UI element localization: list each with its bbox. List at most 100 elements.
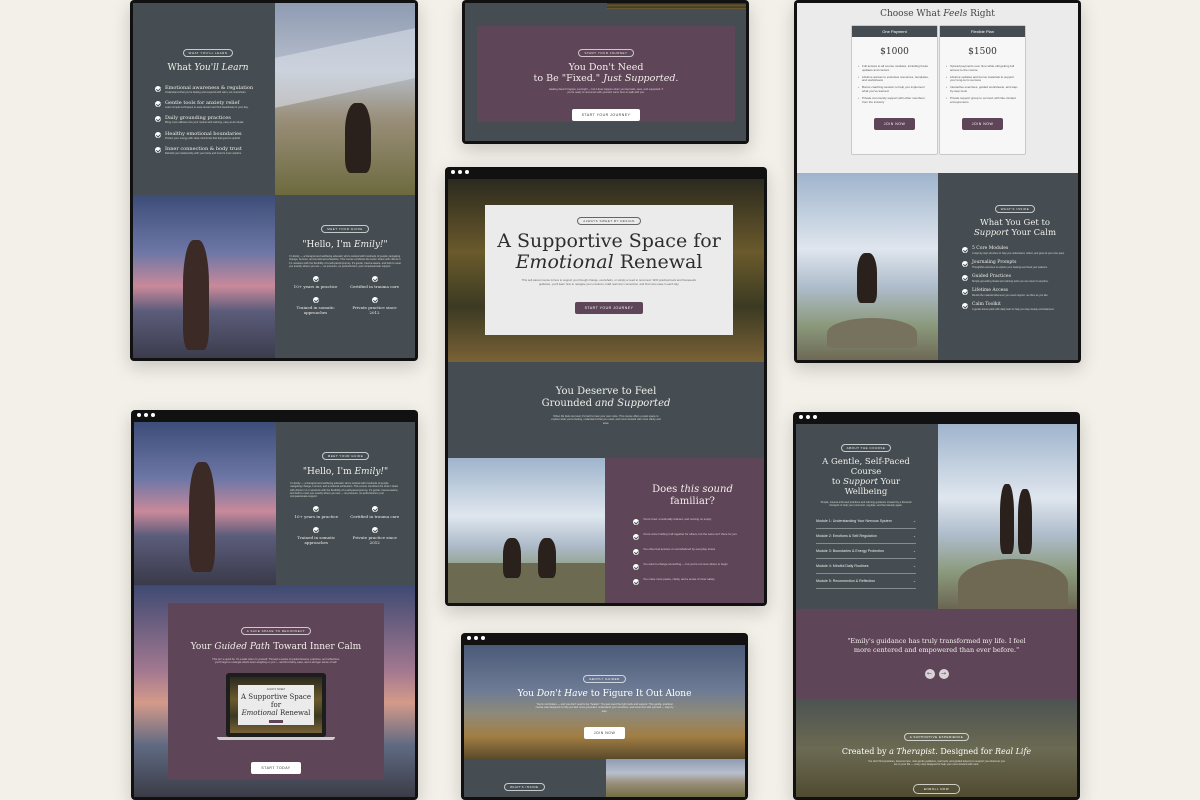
check-icon bbox=[155, 86, 161, 92]
learn-item-desc: Understand what you're feeling and respo… bbox=[165, 91, 247, 94]
stat-label: 10+ years in practice bbox=[294, 514, 339, 520]
stat-label: Trained in somatic approaches bbox=[296, 305, 335, 316]
get-item: Lifetime Access Revisit the material when… bbox=[962, 288, 1068, 297]
learn-item-desc: Rebuild your relationship with your body… bbox=[165, 151, 242, 155]
laptop-mockup: Always Sweet A Supportive Space for Emot… bbox=[226, 672, 326, 737]
dancer-figure bbox=[345, 103, 371, 173]
mockup-frame-fixed: Start Your Journey You Don't Need to Be … bbox=[462, 0, 749, 144]
bio-text: I'm Emily — a therapist and wellbeing ed… bbox=[289, 255, 401, 268]
join-now-button[interactable]: Join Now bbox=[583, 726, 626, 739]
learn-item-text: Inner connection & body trust Rebuild you… bbox=[165, 146, 242, 155]
check-icon bbox=[633, 534, 639, 540]
get-item-text: Guided Practices Simple grounding rituals… bbox=[972, 274, 1049, 283]
learn-pill: What You'll Learn bbox=[182, 49, 234, 57]
module-item[interactable]: Module 5: Reconnection & Reflection ⌄ bbox=[816, 574, 916, 589]
get-list: 5 Core Modules A step-by-step structure t… bbox=[962, 246, 1068, 311]
hero-card: Always Sweet by Design A Supportive Spac… bbox=[485, 205, 733, 335]
inside-pill: What's Inside bbox=[504, 783, 545, 791]
arrow-left-icon[interactable]: ← bbox=[924, 669, 935, 679]
woman-figure bbox=[503, 538, 521, 578]
what-you-get-panel: What's Inside What You Get to Support Yo… bbox=[938, 173, 1078, 360]
get-title: What You Get to Support Your Calm bbox=[973, 218, 1057, 238]
window-dots bbox=[467, 636, 485, 640]
window-dots bbox=[137, 413, 155, 417]
guided-path-title: Your Guided Path Toward Inner Calm bbox=[190, 642, 362, 652]
plan-features: Full access to all course modules, inclu… bbox=[852, 64, 937, 105]
fabric-photo-peek bbox=[606, 759, 745, 797]
familiar-item-text: You want to change something — but you'r… bbox=[643, 562, 728, 566]
mockup-frame-hello: Meet Your Guide "Hello, I'm Emily!" I'm … bbox=[131, 410, 418, 800]
woman-dusk-photo bbox=[134, 422, 276, 585]
hero-pill: Always Sweet by Design bbox=[577, 217, 641, 225]
check-icon bbox=[312, 297, 319, 304]
module-item[interactable]: Module 3: Boundaries & Energy Protection… bbox=[816, 544, 916, 559]
stat-label: Private practice since 2012 bbox=[352, 305, 397, 316]
learn-item: Inner connection & body trust Rebuild you… bbox=[155, 146, 261, 155]
enroll-now-button[interactable]: Enroll Now bbox=[912, 783, 961, 794]
frame-screen: About the Course A Gentle, Self-Paced Co… bbox=[796, 424, 1077, 797]
course-panel: About the Course A Gentle, Self-Paced Co… bbox=[796, 424, 938, 609]
check-icon bbox=[962, 289, 968, 295]
arrow-right-icon[interactable]: → bbox=[938, 669, 949, 679]
check-icon bbox=[962, 261, 968, 267]
stat-item: 10+ years in practice bbox=[289, 276, 342, 289]
woman-rock-photo bbox=[797, 173, 938, 360]
hero-body: This self-paced course is here to suppor… bbox=[521, 278, 697, 286]
deserve-section: You Deserve to Feel Grounded and Support… bbox=[448, 362, 764, 458]
start-journey-button[interactable]: Start Your Journey bbox=[574, 302, 644, 315]
familiar-item-text: You crave more peace, clarity, and a sen… bbox=[643, 577, 715, 581]
learn-item: Daily grounding practices Bring more stil… bbox=[155, 115, 261, 124]
stat-label: Certified in trauma care bbox=[350, 514, 400, 520]
created-body: You don't find practices, lessons here. … bbox=[867, 760, 1006, 767]
bio-text: I'm Emily — a therapist and wellbeing ed… bbox=[290, 482, 399, 499]
frame-screen: Start Your Journey You Don't Need to Be … bbox=[465, 3, 746, 141]
stat-label: 10+ years in practice bbox=[293, 284, 338, 290]
course-body: Simple, trauma-informed practices and ca… bbox=[820, 501, 912, 508]
supported-title: You Don't Need to Be "Fixed." Just Suppo… bbox=[533, 62, 679, 84]
about-pill: About the Course bbox=[840, 444, 892, 452]
plan-card-one: One Payment $1000 Full access to all cou… bbox=[851, 25, 938, 155]
familiar-item-text: You're done holding it all together for … bbox=[643, 532, 737, 536]
laptop-base bbox=[217, 736, 335, 740]
woman-figure bbox=[538, 538, 556, 578]
plan-feature: Interactive exercises, guided worksheets… bbox=[946, 85, 1019, 94]
check-icon bbox=[371, 527, 378, 534]
check-icon bbox=[633, 564, 639, 570]
learn-item-text: Daily grounding practices Bring more stil… bbox=[165, 115, 244, 124]
plan-feature: Lifetime access to exclusive resources, … bbox=[858, 75, 931, 84]
plan-name: One Payment bbox=[852, 26, 937, 37]
familiar-item: You're tired, emotionally drained, and r… bbox=[633, 517, 752, 525]
module-item[interactable]: Module 1: Understanding Your Nervous Sys… bbox=[816, 514, 916, 529]
start-today-button[interactable]: Start Today bbox=[251, 761, 301, 774]
frame-screen: Choose What Feels Right One Payment $100… bbox=[797, 3, 1078, 360]
learn-item: Gentle tools for anxiety relief Learn sim… bbox=[155, 100, 261, 109]
supported-body: Healing doesn't happen overnight — but i… bbox=[548, 88, 664, 95]
check-icon bbox=[962, 303, 968, 309]
join-now-button[interactable]: Join Now bbox=[961, 118, 1004, 131]
plan-feature: Private community support with other mem… bbox=[858, 96, 931, 105]
inside-section: What's Inside bbox=[464, 759, 745, 797]
guided-path-body: This isn't a quick fix. It's a safe retu… bbox=[212, 658, 340, 665]
supportive-pill: A Supportive Experience bbox=[903, 733, 970, 741]
mockup-frame-pricing: Choose What Feels Right One Payment $100… bbox=[794, 0, 1081, 363]
sunset-sea-photo: A Safe Space to Reconnect Your Guided Pa… bbox=[134, 585, 415, 797]
get-item: Guided Practices Simple grounding rituals… bbox=[962, 274, 1068, 283]
join-now-button[interactable]: Join Now bbox=[873, 118, 916, 131]
module-item[interactable]: Module 4: Mindful Daily Routines ⌄ bbox=[816, 559, 916, 574]
check-icon bbox=[633, 579, 639, 585]
get-item: Calm Toolkit A gentle bonus pack with dai… bbox=[962, 302, 1068, 311]
learn-item-text: Emotional awareness & regulation Understa… bbox=[165, 85, 253, 94]
laptop-hero-card: Always Sweet A Supportive Space for Emot… bbox=[238, 684, 314, 725]
woman-dusk-photo bbox=[133, 195, 275, 358]
gently-guided-pill: Gently Guided bbox=[583, 675, 626, 683]
plan-feature: Full access to all course modules, inclu… bbox=[858, 64, 931, 73]
course-title: A Gentle, Self-Paced Course to Support Y… bbox=[822, 457, 910, 497]
module-item[interactable]: Module 2: Emotions & Self-Regulation ⌄ bbox=[816, 529, 916, 544]
start-journey-button[interactable]: Start Your Journey bbox=[571, 108, 641, 121]
get-item-desc: A step-by-step structure to help you und… bbox=[972, 252, 1065, 255]
dancer-figure bbox=[183, 240, 209, 350]
stat-label: Private practice since 2012 bbox=[352, 535, 397, 546]
check-icon bbox=[312, 276, 319, 283]
frame-screen: Gently Guided You Don't Have to Figure I… bbox=[464, 645, 745, 797]
inside-pill: What's Inside bbox=[994, 205, 1036, 213]
